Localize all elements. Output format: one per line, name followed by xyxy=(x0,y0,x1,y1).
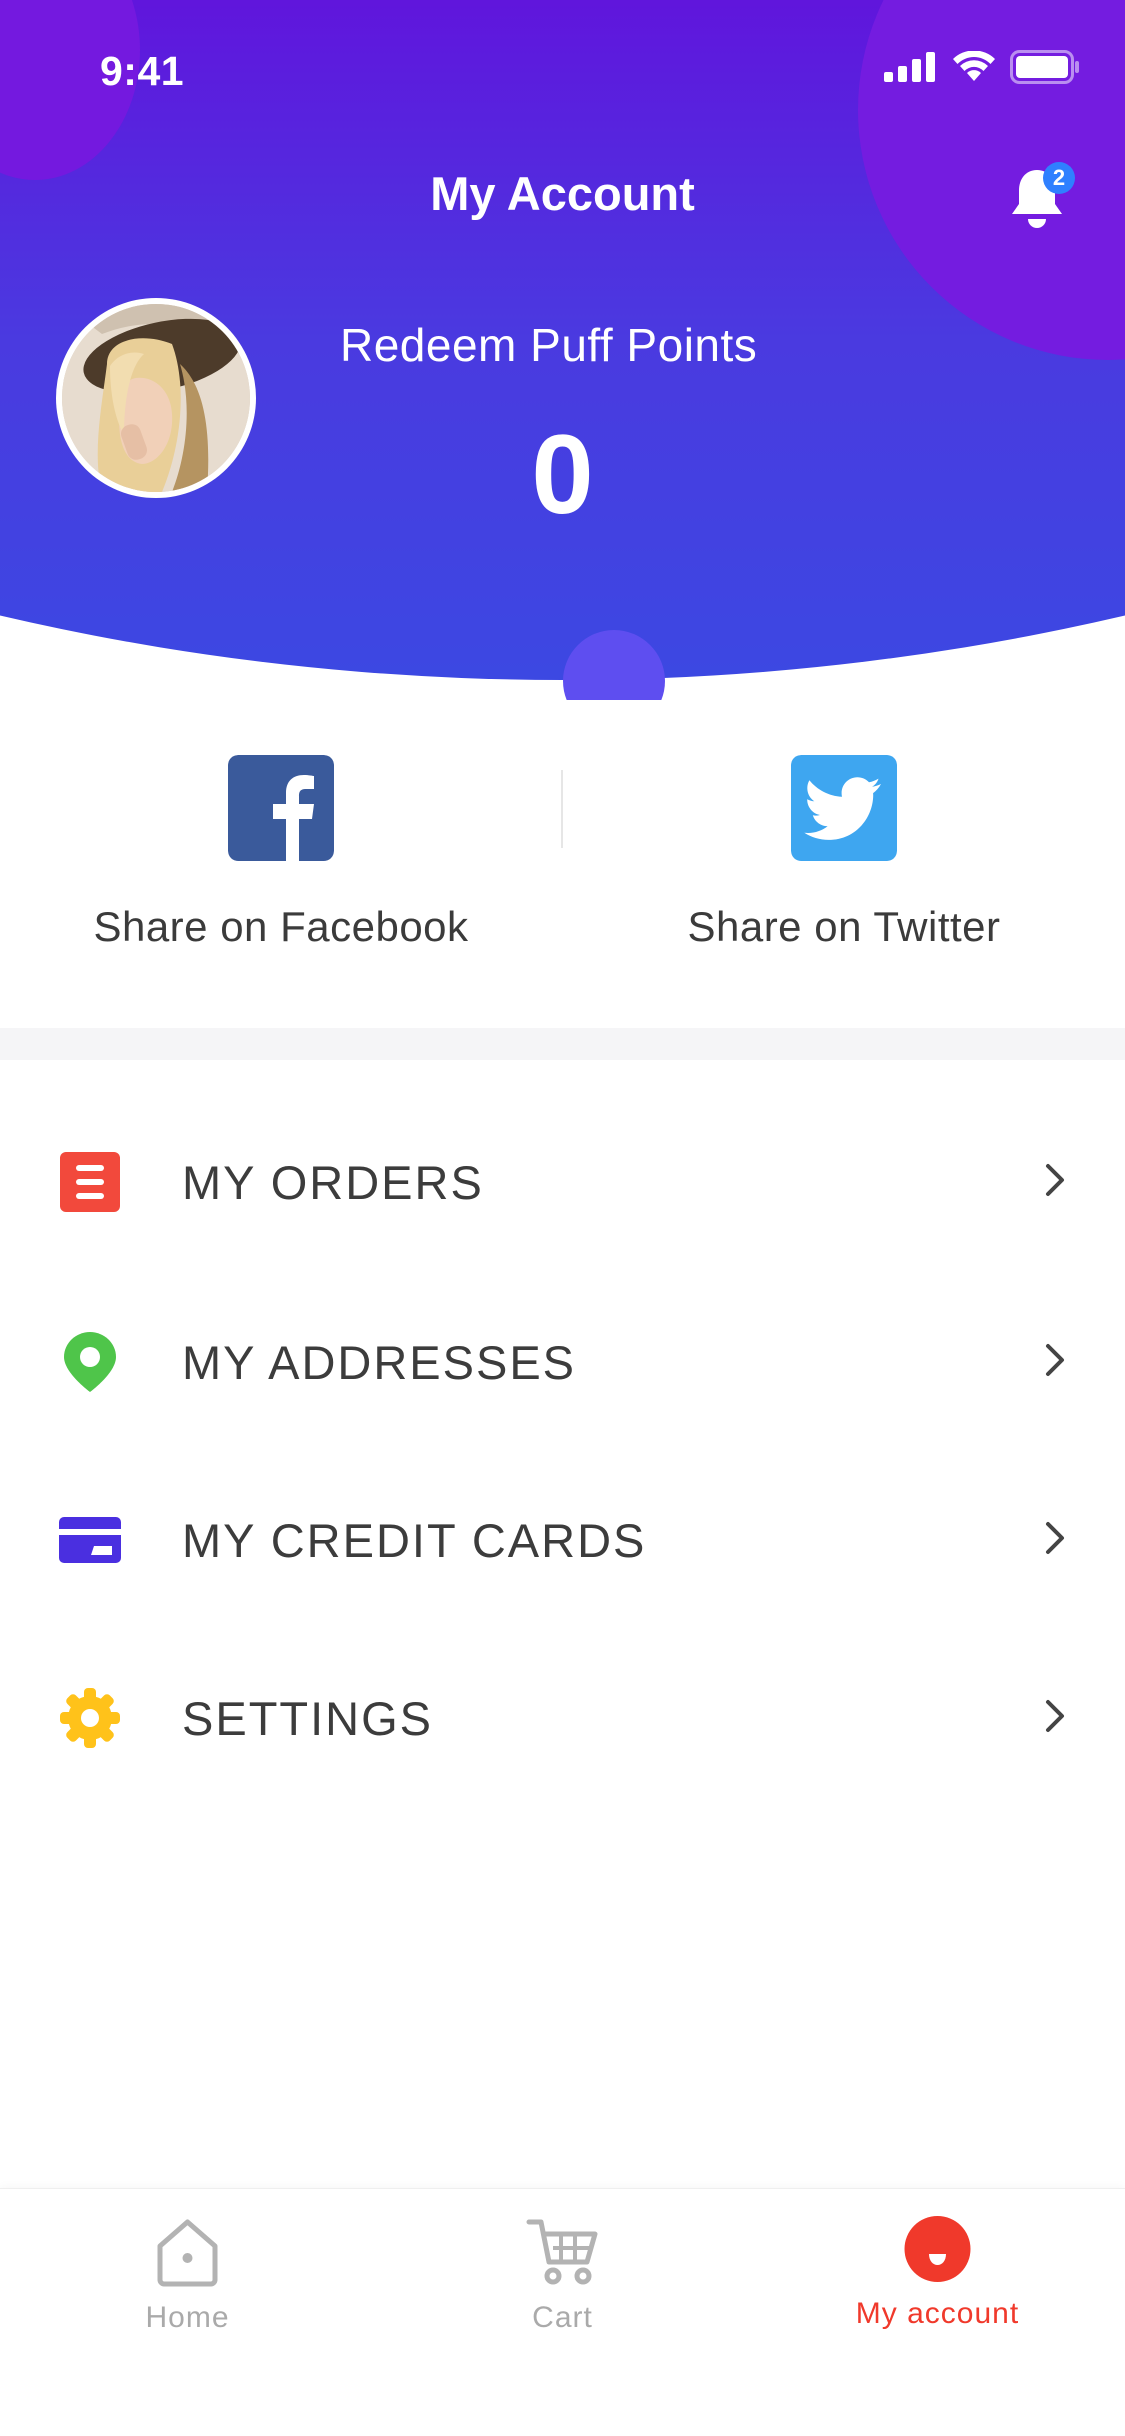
notification-button[interactable]: 2 xyxy=(1005,162,1075,232)
location-pin-icon xyxy=(64,1332,116,1392)
points-value: 0 xyxy=(531,412,594,537)
share-twitter-button[interactable]: Share on Twitter xyxy=(563,755,1125,951)
chevron-right-icon xyxy=(1046,1700,1064,1732)
credit-card-icon xyxy=(59,1517,121,1563)
menu-item-my-orders[interactable]: MY ORDERS xyxy=(0,1110,1125,1250)
account-icon xyxy=(904,2216,971,2282)
my-account-screen: 9:41 My Account 2 Redeem Puff Points 0 S… xyxy=(0,0,1125,2436)
status-icons xyxy=(884,50,1080,84)
tab-my-account[interactable]: My account xyxy=(750,2189,1125,2389)
bottom-tab-bar: Home Cart My account xyxy=(0,2188,1125,2436)
menu-item-my-addresses[interactable]: MY ADDRESSES xyxy=(0,1290,1125,1430)
menu-item-label: MY CREDIT CARDS xyxy=(182,1514,647,1567)
home-icon xyxy=(157,2219,218,2287)
share-facebook-label: Share on Facebook xyxy=(93,903,469,950)
share-facebook-button[interactable]: Share on Facebook xyxy=(0,755,562,951)
cart-icon xyxy=(526,2219,598,2285)
tab-label: Home xyxy=(145,2301,230,2334)
tab-cart[interactable]: Cart xyxy=(375,2189,750,2389)
menu-item-label: MY ORDERS xyxy=(182,1156,484,1209)
menu-item-label: SETTINGS xyxy=(182,1692,434,1745)
page-title: My Account xyxy=(430,167,695,220)
battery-icon xyxy=(1010,50,1079,84)
menu-item-my-credit-cards[interactable]: MY CREDIT CARDS xyxy=(0,1468,1125,1608)
tab-label: Cart xyxy=(532,2301,593,2334)
signal-icon xyxy=(884,52,935,82)
section-divider xyxy=(0,1028,1125,1060)
twitter-icon xyxy=(791,755,897,861)
wifi-icon xyxy=(953,51,995,81)
tab-home[interactable]: Home xyxy=(0,2189,375,2389)
chevron-right-icon xyxy=(1046,1164,1064,1196)
avatar-photo xyxy=(62,304,250,492)
profile-photo-illustration xyxy=(62,304,250,492)
menu-item-settings[interactable]: SETTINGS xyxy=(0,1646,1125,1786)
status-time: 9:41 xyxy=(100,48,185,94)
orders-icon xyxy=(60,1152,120,1212)
points-label: Redeem Puff Points xyxy=(340,319,758,371)
chevron-right-icon xyxy=(1046,1522,1064,1554)
chevron-right-icon xyxy=(1046,1344,1064,1376)
share-twitter-label: Share on Twitter xyxy=(687,903,1001,950)
gear-icon xyxy=(60,1688,120,1748)
avatar[interactable] xyxy=(56,298,256,498)
account-header: 9:41 My Account 2 Redeem Puff Points 0 xyxy=(0,0,1125,700)
facebook-icon xyxy=(228,755,334,861)
tab-label: My account xyxy=(855,2297,1020,2330)
notification-badge: 2 xyxy=(1043,162,1075,194)
menu-item-label: MY ADDRESSES xyxy=(182,1336,577,1389)
